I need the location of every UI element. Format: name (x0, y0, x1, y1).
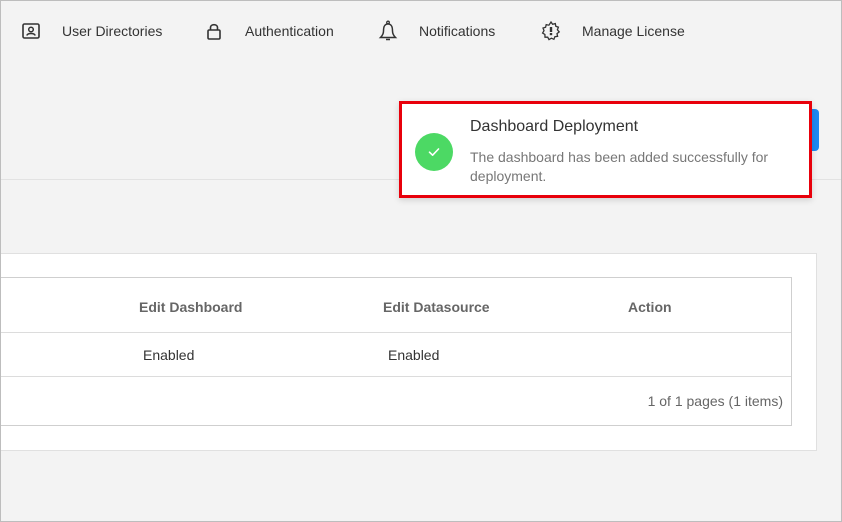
user-card-icon (20, 20, 42, 42)
data-grid: Edit Dashboard Edit Datasource Action En… (1, 277, 792, 426)
success-status (415, 133, 453, 171)
check-icon (428, 148, 440, 156)
nav-item-manage-license[interactable]: Manage License (540, 17, 685, 45)
nav-item-notifications[interactable]: Notifications (377, 17, 495, 45)
toast-title: Dashboard Deployment (470, 118, 639, 135)
nav-label: Notifications (419, 23, 496, 39)
nav-label: Manage License (582, 23, 685, 39)
cell-edit-datasource: Enabled (388, 347, 440, 363)
nav-label: Authentication (245, 23, 334, 39)
lock-icon (203, 20, 225, 42)
bell-icon (377, 20, 399, 42)
column-header-action[interactable]: Action (628, 299, 672, 315)
column-header-edit-datasource[interactable]: Edit Datasource (383, 299, 490, 315)
app-frame: User Directories Authentication Notifica… (0, 0, 842, 522)
pager-info: 1 of 1 pages (1 items) (647, 393, 783, 409)
nav-item-user-directories[interactable]: User Directories (20, 17, 162, 45)
column-header-edit-dashboard[interactable]: Edit Dashboard (139, 299, 242, 315)
cell-edit-dashboard: Enabled (143, 347, 195, 363)
license-gear-icon (540, 20, 562, 42)
top-navigation: User Directories Authentication Notifica… (1, 1, 841, 61)
table-row[interactable]: Enabled Enabled (1, 333, 791, 377)
nav-item-authentication[interactable]: Authentication (203, 17, 334, 45)
grid-header: Edit Dashboard Edit Datasource Action (1, 278, 791, 333)
toast-message: The dashboard has been added successfull… (470, 149, 769, 184)
nav-label: User Directories (62, 23, 163, 39)
toast-notification: Dashboard Deployment The dashboard has b… (399, 101, 812, 198)
